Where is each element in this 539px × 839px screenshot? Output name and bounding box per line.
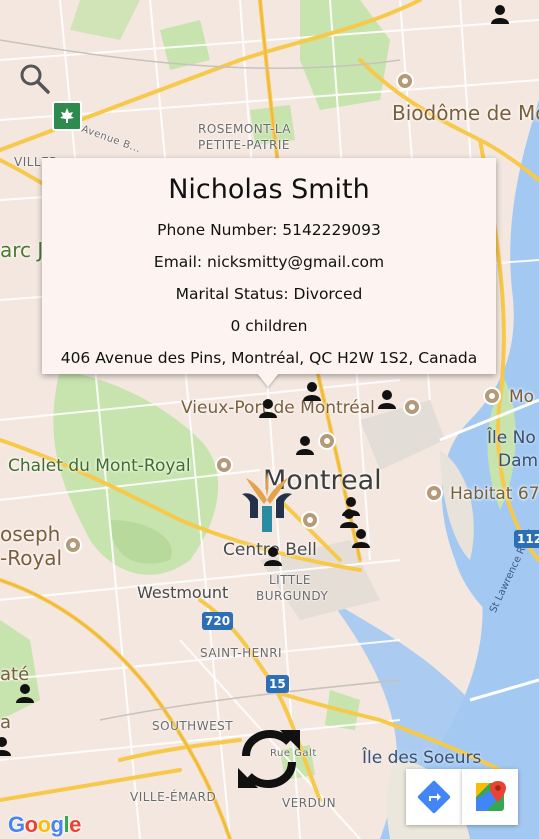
- map-label-ile-notre-dame-1: Île No: [487, 428, 536, 448]
- highway-shield-720: 720: [202, 612, 234, 630]
- map-label-lasalle: até: [0, 664, 30, 685]
- google-logo-letter: o: [37, 812, 51, 837]
- poi-joseph-icon[interactable]: [64, 536, 82, 554]
- google-logo-letter: e: [69, 812, 81, 837]
- google-maps-button[interactable]: [462, 769, 518, 825]
- person-marker-icon[interactable]: [263, 546, 283, 566]
- person-address: 406 Avenue des Pins, Montréal, QC H2W 1S…: [60, 349, 478, 367]
- person-marker-icon[interactable]: [0, 736, 12, 756]
- highway-shield-112: 112: [514, 530, 539, 548]
- directions-icon: [417, 780, 451, 814]
- poi-biodome-icon[interactable]: [396, 72, 414, 90]
- map-label-westmount: Westmount: [137, 583, 229, 602]
- map-label-ville-emard: VILLE-ÉMARD: [130, 790, 217, 804]
- google-logo-letter: o: [24, 812, 38, 837]
- highway-shield-15: 15: [266, 675, 289, 693]
- person-name: Nicholas Smith: [168, 174, 370, 205]
- map-label-southwest: SOUTHWEST: [152, 719, 234, 733]
- person-marker-icon[interactable]: [15, 683, 35, 703]
- person-marital-status: Marital Status: Divorced: [175, 285, 363, 303]
- map-label-lasalle-2: a: [0, 712, 12, 733]
- map-label-joseph: oseph: [0, 522, 61, 546]
- map-label-ile-des-soeurs: Île des Soeurs: [362, 748, 482, 768]
- poi-vieux-port-icon[interactable]: [403, 398, 421, 416]
- refresh-icon: [238, 729, 300, 789]
- refresh-button[interactable]: [232, 722, 306, 796]
- map-label-burgundy: BURGUNDY: [256, 589, 329, 603]
- google-maps-icon: [476, 781, 506, 811]
- person-marker-icon[interactable]: [302, 381, 322, 401]
- person-email: Email: nicksmitty@gmail.com: [153, 253, 385, 271]
- info-card-pointer: [257, 373, 279, 387]
- google-logo-letter: g: [50, 812, 64, 837]
- person-info-card[interactable]: Nicholas Smith Phone Number: 5142229093 …: [42, 158, 496, 374]
- map-label-mont-royal: Chalet du Mont-Royal: [8, 456, 191, 476]
- family-logo-icon[interactable]: [240, 470, 294, 532]
- search-button[interactable]: [18, 62, 52, 96]
- poi-centre-bell-icon[interactable]: [301, 511, 319, 529]
- map-label-verdun: VERDUN: [282, 796, 337, 810]
- person-phone: Phone Number: 5142229093: [157, 221, 381, 239]
- poi-habitat-icon[interactable]: [425, 484, 443, 502]
- poi-mont-royal-icon[interactable]: [215, 456, 233, 474]
- google-logo: Google: [8, 812, 81, 838]
- google-logo-letter: G: [8, 812, 25, 837]
- search-icon: [20, 64, 50, 94]
- map-label-petite-patrie: PETITE-PATRIE: [198, 138, 290, 152]
- person-marker-icon[interactable]: [490, 4, 510, 24]
- poi-mo-icon[interactable]: [483, 387, 501, 405]
- map-label-ile-notre-dame-2: Dam: [498, 451, 539, 471]
- map-label-habitat: Habitat 67: [450, 484, 539, 504]
- person-marker-icon[interactable]: [258, 398, 278, 418]
- directions-button[interactable]: [406, 769, 462, 825]
- person-marker-icon[interactable]: [351, 528, 371, 548]
- person-marker-icon[interactable]: [377, 389, 397, 409]
- person-children: 0 children: [230, 317, 308, 335]
- park-badge-icon: [52, 101, 82, 131]
- person-marker-icon[interactable]: [295, 435, 315, 455]
- map-label-mo: Mo: [509, 387, 535, 407]
- person-marker-icon[interactable]: [339, 508, 359, 528]
- map-label-rosemont: ROSEMONT-LA: [198, 122, 291, 136]
- map-label-biodome: Biodôme de Mo: [392, 101, 539, 125]
- map-label-saint-henri: SAINT-HENRI: [200, 646, 283, 660]
- map-label-royal: -Royal: [0, 546, 63, 570]
- poi-downtown-icon[interactable]: [318, 432, 336, 450]
- map-label-little: LITTLE: [269, 573, 311, 587]
